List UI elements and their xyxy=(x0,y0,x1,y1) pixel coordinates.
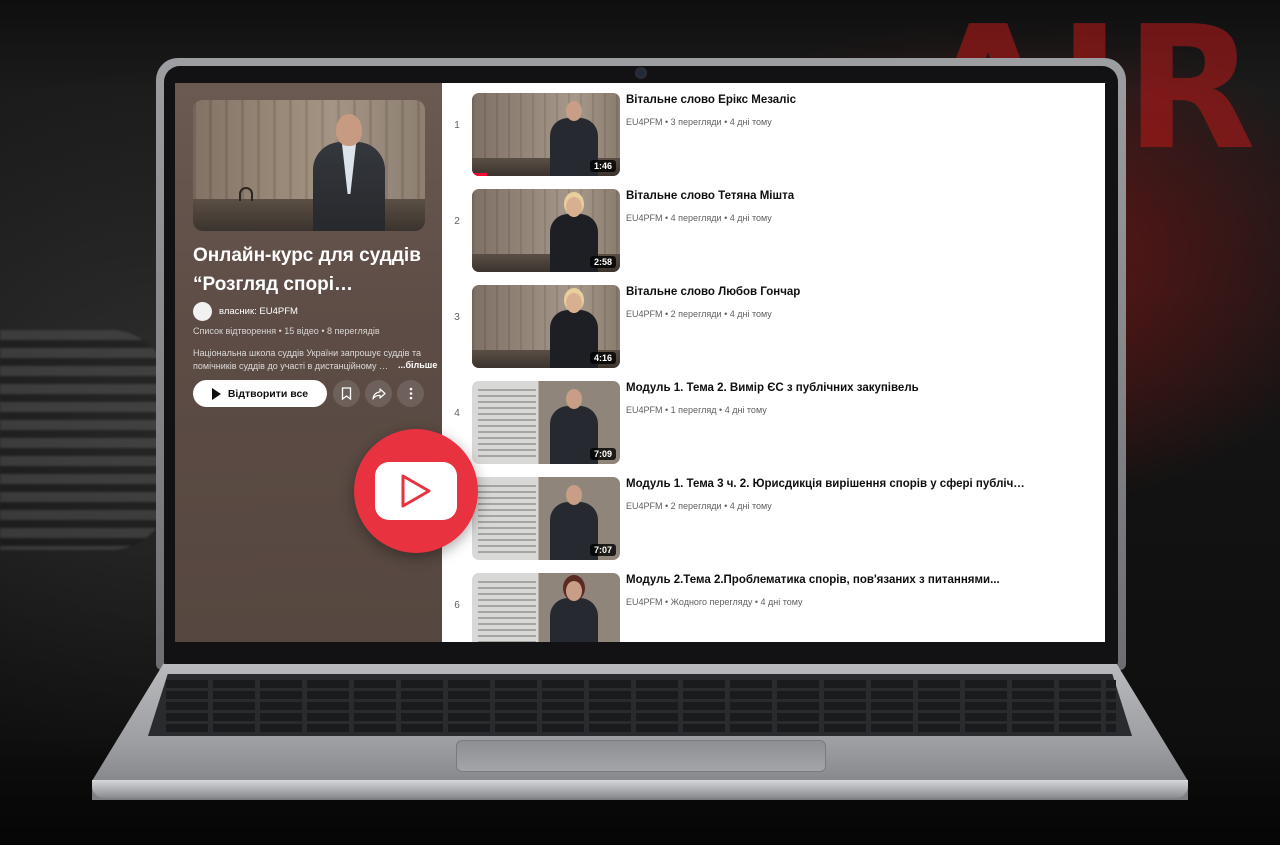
video-index: 3 xyxy=(454,312,460,323)
video-thumbnail[interactable]: 1:46 xyxy=(472,93,620,176)
video-duration: 2:58 xyxy=(589,256,616,268)
owner-avatar[interactable] xyxy=(193,302,212,321)
lamp-icon xyxy=(239,187,253,201)
background-microphone xyxy=(0,330,170,550)
playlist-owner[interactable]: власник: EU4PFM xyxy=(193,302,298,321)
playlist-meta: Список відтворення • 15 відео • 8 перегл… xyxy=(193,326,380,336)
keyboard-keys xyxy=(166,680,1116,732)
share-icon xyxy=(371,387,386,400)
description-more-link[interactable]: ...більше xyxy=(396,360,438,370)
video-row-2[interactable]: 2 2:58 Вітальне слово Тетяна Мішта EU4PF… xyxy=(442,179,1105,272)
video-age: 4 дні тому xyxy=(729,309,772,319)
playlist-header-panel: Онлайн-курс для суддів “Розгляд спорі… в… xyxy=(175,83,442,642)
video-duration: 4:16 xyxy=(589,352,616,364)
video-meta: EU4PFM • 4 перегляди • 4 дні тому xyxy=(626,213,772,223)
video-channel[interactable]: EU4PFM xyxy=(626,117,663,127)
video-thumbnail[interactable]: 4:16 xyxy=(472,285,620,368)
video-index: 1 xyxy=(454,120,460,131)
video-thumbnail[interactable]: 7:07 xyxy=(472,477,620,560)
video-index: 6 xyxy=(454,600,460,611)
video-age: 4 дні тому xyxy=(729,117,772,127)
more-vert-icon xyxy=(409,387,412,400)
laptop-trackpad xyxy=(456,740,826,772)
video-age: 4 дні тому xyxy=(760,597,803,607)
video-views: 4 перегляди xyxy=(670,213,722,223)
video-channel[interactable]: EU4PFM xyxy=(626,405,663,415)
playlist-thumbnail[interactable] xyxy=(193,100,425,231)
slide-text-graphic xyxy=(478,389,536,459)
video-row-6[interactable]: 6 Модуль 2.Тема 2.Проблематика спорів, п… xyxy=(442,563,1105,642)
video-age: 4 дні тому xyxy=(729,501,772,511)
slide-text-graphic xyxy=(478,581,536,642)
video-channel[interactable]: EU4PFM xyxy=(626,309,663,319)
owner-label[interactable]: власник: EU4PFM xyxy=(219,306,298,317)
video-views: 1 перегляд xyxy=(670,405,717,415)
speaker-figure xyxy=(548,581,600,642)
video-row-3[interactable]: 3 4:16 Вітальне слово Любов Гончар EU4PF… xyxy=(442,275,1105,368)
laptop-base-edge xyxy=(92,780,1188,798)
save-playlist-button[interactable] xyxy=(333,380,360,407)
play-icon xyxy=(211,387,221,400)
video-duration: 7:07 xyxy=(589,544,616,556)
video-meta: EU4PFM • 2 перегляди • 4 дні тому xyxy=(626,501,772,511)
playlist-video-list: 1 1:46 Вітальне слово Ерікс Мезаліс EU4P… xyxy=(442,83,1105,642)
video-views: 3 перегляди xyxy=(670,117,722,127)
youtube-logo-icon xyxy=(375,462,457,520)
video-row-4[interactable]: 4 7:09 Модуль 1. Тема 2. Вимір ЄС з публ… xyxy=(442,371,1105,464)
video-age: 4 дні тому xyxy=(724,405,767,415)
video-meta: EU4PFM • Жодного перегляду • 4 дні тому xyxy=(626,597,803,607)
video-title[interactable]: Вітальне слово Ерікс Мезаліс xyxy=(626,94,1026,106)
video-views: 2 перегляди xyxy=(670,309,722,319)
video-row-1[interactable]: 1 1:46 Вітальне слово Ерікс Мезаліс EU4P… xyxy=(442,83,1105,176)
video-channel[interactable]: EU4PFM xyxy=(626,501,663,511)
laptop-screen: Онлайн-курс для суддів “Розгляд спорі… в… xyxy=(175,83,1105,642)
video-row-5[interactable]: 5 7:07 Модуль 1. Тема 3 ч. 2. Юрисдикція… xyxy=(442,467,1105,560)
playlist-description: Національна школа суддів України запрошу… xyxy=(193,348,421,371)
video-thumbnail[interactable]: 7:09 xyxy=(472,381,620,464)
play-all-label: Відтворити все xyxy=(227,387,309,400)
play-icon xyxy=(401,474,431,508)
bookmark-icon xyxy=(341,387,352,400)
watch-progress-bar xyxy=(472,173,487,176)
video-title[interactable]: Модуль 1. Тема 2. Вимір ЄС з публічних з… xyxy=(626,382,1026,394)
video-meta: EU4PFM • 2 перегляди • 4 дні тому xyxy=(626,309,772,319)
video-thumbnail[interactable] xyxy=(472,573,620,642)
share-playlist-button[interactable] xyxy=(365,380,392,407)
slide-text-graphic xyxy=(478,485,536,555)
youtube-logo-badge xyxy=(354,429,478,553)
video-title[interactable]: Модуль 1. Тема 3 ч. 2. Юрисдикція виріше… xyxy=(626,478,1026,490)
video-meta: EU4PFM • 3 перегляди • 4 дні тому xyxy=(626,117,772,127)
speaker-figure xyxy=(309,114,389,231)
playlist-title: Онлайн-курс для суддів “Розгляд спорі… xyxy=(193,245,421,295)
video-meta: EU4PFM • 1 перегляд • 4 дні тому xyxy=(626,405,767,415)
video-channel[interactable]: EU4PFM xyxy=(626,597,663,607)
video-thumbnail[interactable]: 2:58 xyxy=(472,189,620,272)
video-views: Жодного перегляду xyxy=(670,597,753,607)
video-duration: 1:46 xyxy=(589,160,616,172)
video-index: 2 xyxy=(454,216,460,227)
video-duration: 7:09 xyxy=(589,448,616,460)
more-actions-button[interactable] xyxy=(397,380,424,407)
video-channel[interactable]: EU4PFM xyxy=(626,213,663,223)
video-age: 4 дні тому xyxy=(729,213,772,223)
video-title[interactable]: Модуль 2.Тема 2.Проблематика спорів, пов… xyxy=(626,574,1026,586)
video-index: 4 xyxy=(454,408,460,419)
video-title[interactable]: Вітальне слово Любов Гончар xyxy=(626,286,1026,298)
video-views: 2 перегляди xyxy=(670,501,722,511)
video-title[interactable]: Вітальне слово Тетяна Мішта xyxy=(626,190,1026,202)
webcam-icon xyxy=(635,67,647,79)
play-all-button[interactable]: Відтворити все xyxy=(193,380,327,407)
